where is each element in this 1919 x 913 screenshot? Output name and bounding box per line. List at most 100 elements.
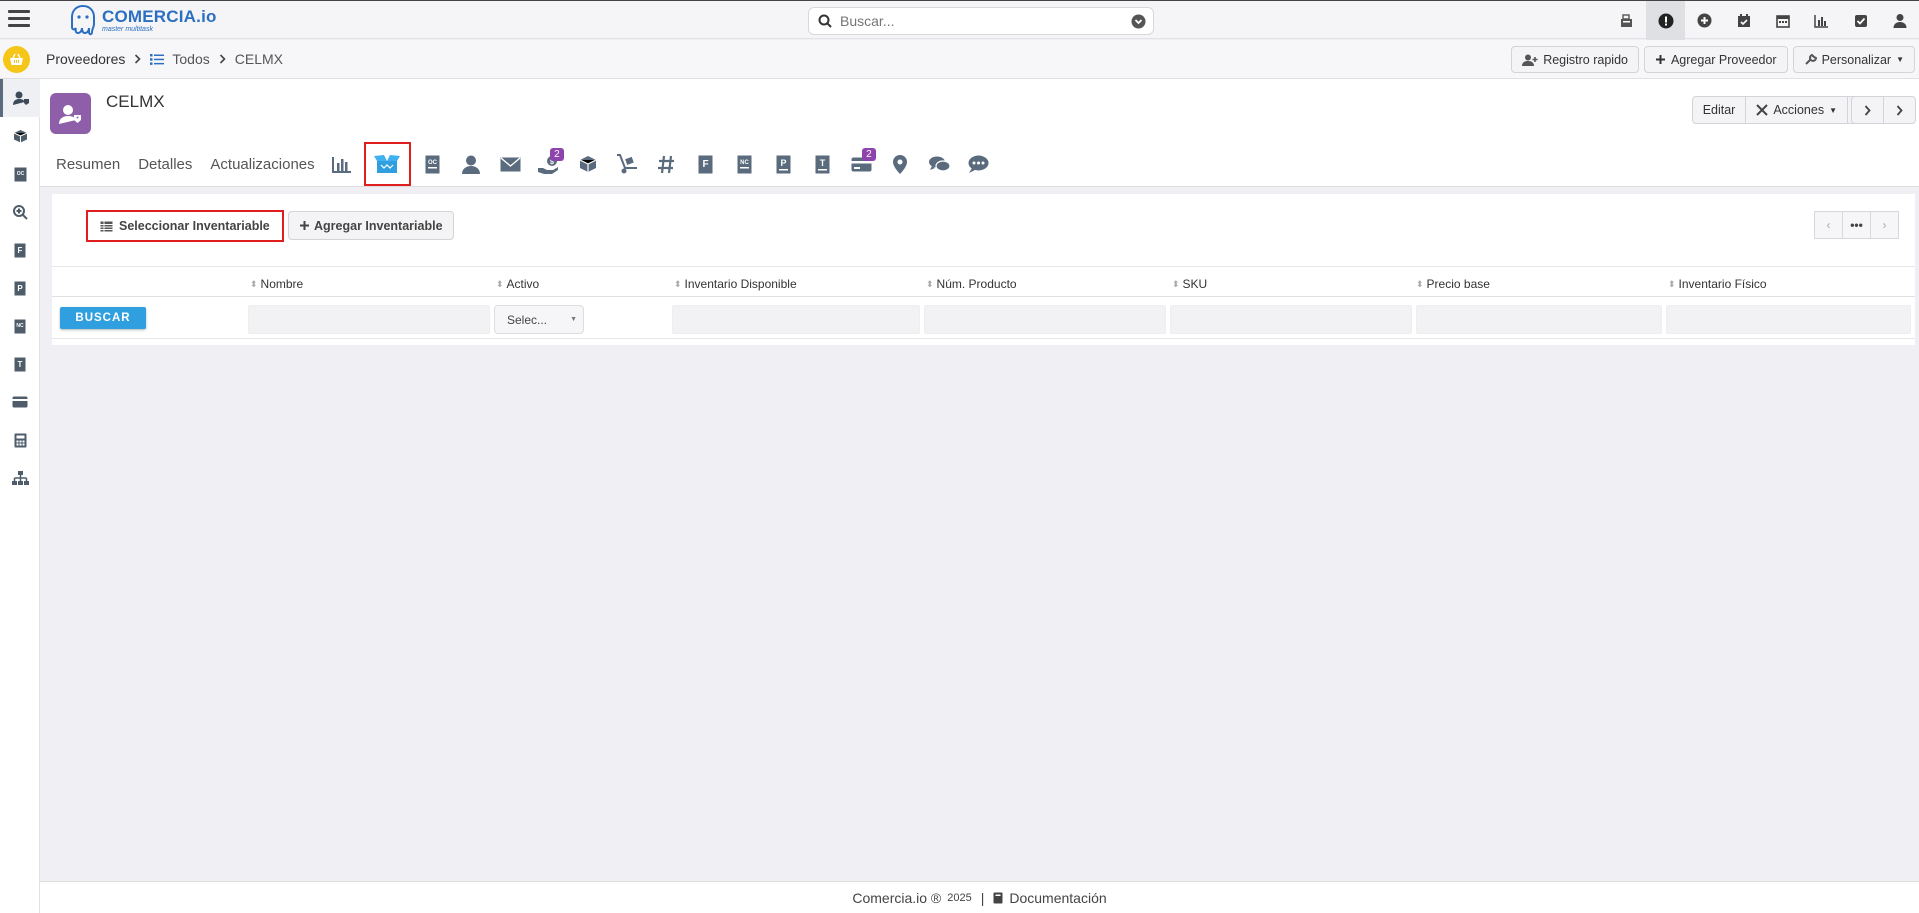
sidebar-item-purchase-orders[interactable]: OC [0,155,40,193]
sidebar-item-credit-notes[interactable]: NC [0,307,40,345]
breadcrumb-current: CELMX [234,51,283,67]
sidebar-item-search[interactable] [0,193,40,231]
chevron-right-icon [1896,104,1903,116]
comment-dots-icon [968,155,989,173]
quick-register-button[interactable]: Registro rapido [1511,46,1639,73]
tab-shipments[interactable] [608,144,647,184]
filter-nombre-input[interactable] [248,305,490,334]
cash-register-icon[interactable] [1607,1,1646,40]
prev-page-button[interactable]: ‹ [1814,211,1843,239]
tab-updates[interactable]: Actualizaciones [210,156,314,173]
tab-inventory[interactable] [363,142,411,186]
tab-products[interactable] [569,144,608,184]
sidebar-item-calculator[interactable] [0,421,40,459]
sidebar-item-transfers[interactable]: T [0,345,40,383]
chart-icon[interactable] [1802,1,1841,40]
col-header-inventario-disponible[interactable]: ⬍ Inventario Disponible [674,277,797,291]
filter-inventario-fisico-input[interactable] [1666,305,1911,334]
svg-text:P: P [780,158,786,168]
t-document-icon: T [815,155,830,173]
record-header: CELMX Editar Acciones ▼ Resumen Detalles … [40,79,1919,187]
search-button[interactable]: BUSCAR [60,307,146,329]
tab-comments[interactable] [920,144,959,184]
tab-payments[interactable]: $2 [530,144,569,184]
more-options-button[interactable]: ••• [1842,211,1871,239]
p-document-icon: P [776,155,791,173]
filter-activo-select[interactable]: Selec... ▼ [494,305,584,334]
footer-separator: | [980,889,985,906]
filter-inventario-disponible-input[interactable] [672,305,920,334]
svg-text:T: T [819,158,825,168]
open-box-icon [374,155,401,173]
col-header-precio-base[interactable]: ⬍ Precio base [1416,277,1490,291]
logo[interactable]: COMERCIA.io master multitask [68,4,217,37]
filter-precio-base-input[interactable] [1416,305,1662,334]
tab-details[interactable]: Detalles [138,156,192,173]
sidebar-item-cards[interactable] [0,383,40,421]
chevron-right-icon [134,54,142,64]
tab-invoices[interactable]: F [686,144,725,184]
footer-docs-link[interactable]: Documentación [1009,890,1106,906]
footer-brand: Comercia.io ® [852,889,942,906]
calendar-icon[interactable] [1763,1,1802,40]
filter-sku-input[interactable] [1170,305,1412,334]
sort-icon: ⬍ [1416,278,1424,289]
prev-record-button[interactable] [1851,96,1884,124]
breadcrumb-list[interactable]: Todos [172,51,209,67]
svg-text:OC: OC [16,171,24,177]
col-header-nombre[interactable]: ⬍ Nombre [250,277,303,291]
payments-badge: 2 [550,148,564,161]
sidebar-item-inventory[interactable] [0,117,40,155]
tab-t-documents[interactable]: T [803,144,842,184]
tab-serials[interactable] [647,144,686,184]
global-search[interactable] [808,7,1154,35]
actions-button[interactable]: Acciones ▼ [1745,96,1848,124]
tab-locations[interactable] [881,144,920,184]
nc-document-icon: NC [737,155,752,173]
add-provider-button[interactable]: Agregar Proveedor [1643,46,1788,73]
sidebar-item-hierarchy[interactable] [0,459,40,497]
alert-icon[interactable] [1646,1,1685,40]
tab-chat[interactable] [959,144,998,184]
subbar-actions: Registro rapido Agregar Proveedor Person… [1511,46,1915,73]
tab-cards[interactable]: 2 [842,144,881,184]
next-record-button[interactable] [1883,96,1916,124]
sort-icon: ⬍ [1172,278,1180,289]
breadcrumb-bar: Proveedores Todos CELMX Registro rapido … [0,40,1919,79]
next-page-button[interactable]: › [1870,211,1899,239]
search-input[interactable] [840,13,1110,29]
nc-document-icon: NC [14,319,26,333]
add-inventory-button[interactable]: Agregar Inventariable [288,211,454,240]
col-label: Nombre [260,277,304,291]
sidebar-item-payments-doc[interactable]: P [0,269,40,307]
col-header-activo[interactable]: ⬍ Activo [496,277,539,291]
plus-circle-icon[interactable] [1685,1,1724,40]
calendar-check-icon[interactable] [1724,1,1763,40]
select-inventory-button[interactable]: Seleccionar Inventariable [86,210,284,242]
envelope-icon [500,156,521,171]
tab-summary[interactable]: Resumen [56,156,120,173]
tab-purchase-orders[interactable]: OC [413,144,452,184]
edit-button[interactable]: Editar [1691,96,1747,124]
svg-text:F: F [18,246,23,255]
user-icon[interactable] [1880,1,1919,40]
tab-credit-notes[interactable]: NC [725,144,764,184]
select-value: Selec... [507,312,548,327]
col-header-num-producto[interactable]: ⬍ Núm. Producto [926,277,1017,291]
sidebar-item-invoices[interactable]: F [0,231,40,269]
tab-emails[interactable] [491,144,530,184]
sidebar-item-providers[interactable] [0,79,40,117]
tab-contacts[interactable] [452,144,491,184]
tab-chart[interactable] [323,144,362,184]
basket-icon[interactable] [3,46,30,73]
col-header-sku[interactable]: ⬍ SKU [1172,277,1207,291]
col-header-inventario-fisico[interactable]: ⬍ Inventario Físico [1668,277,1767,291]
customize-label: Personalizar [1821,52,1892,67]
checkbox-icon[interactable] [1841,1,1880,40]
filter-num-producto-input[interactable] [924,305,1166,334]
chevron-down-circle-icon[interactable] [1131,14,1146,29]
menu-icon[interactable] [8,10,30,30]
customize-button[interactable]: Personalizar ▼ [1792,46,1915,73]
breadcrumb-root[interactable]: Proveedores [46,51,125,67]
tab-p-documents[interactable]: P [764,144,803,184]
